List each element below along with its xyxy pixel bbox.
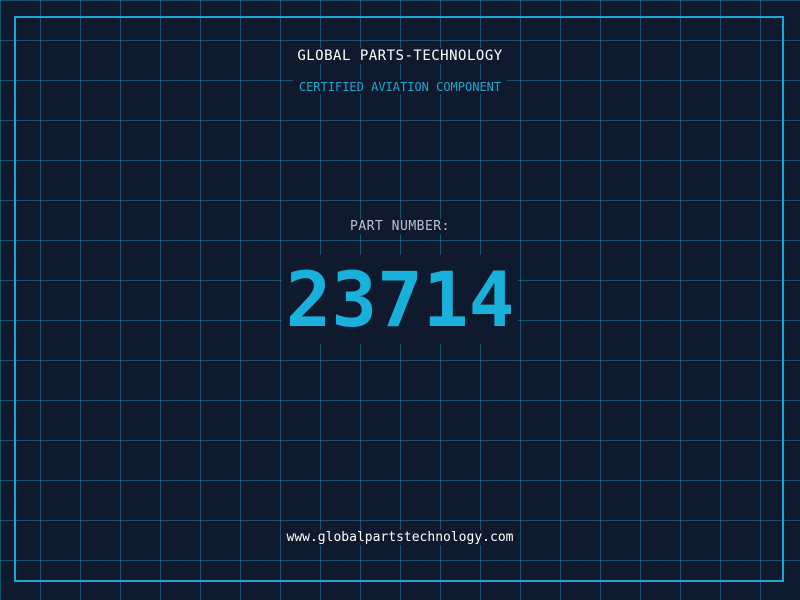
part-number-value-text: 23714 <box>281 255 519 344</box>
subtitle-text: CERTIFIED AVIATION COMPONENT <box>292 80 508 94</box>
brand-title-text: GLOBAL PARTS-TECHNOLOGY <box>291 48 509 64</box>
subtitle: CERTIFIED AVIATION COMPONENT <box>0 80 800 94</box>
brand-title: GLOBAL PARTS-TECHNOLOGY <box>0 48 800 64</box>
part-number-value: 23714 <box>0 255 800 344</box>
website-url-text: www.globalpartstechnology.com <box>280 530 520 545</box>
part-number-label-text: PART NUMBER: <box>344 219 456 234</box>
part-number-label: PART NUMBER: <box>0 219 800 234</box>
website-url: www.globalpartstechnology.com <box>0 530 800 545</box>
